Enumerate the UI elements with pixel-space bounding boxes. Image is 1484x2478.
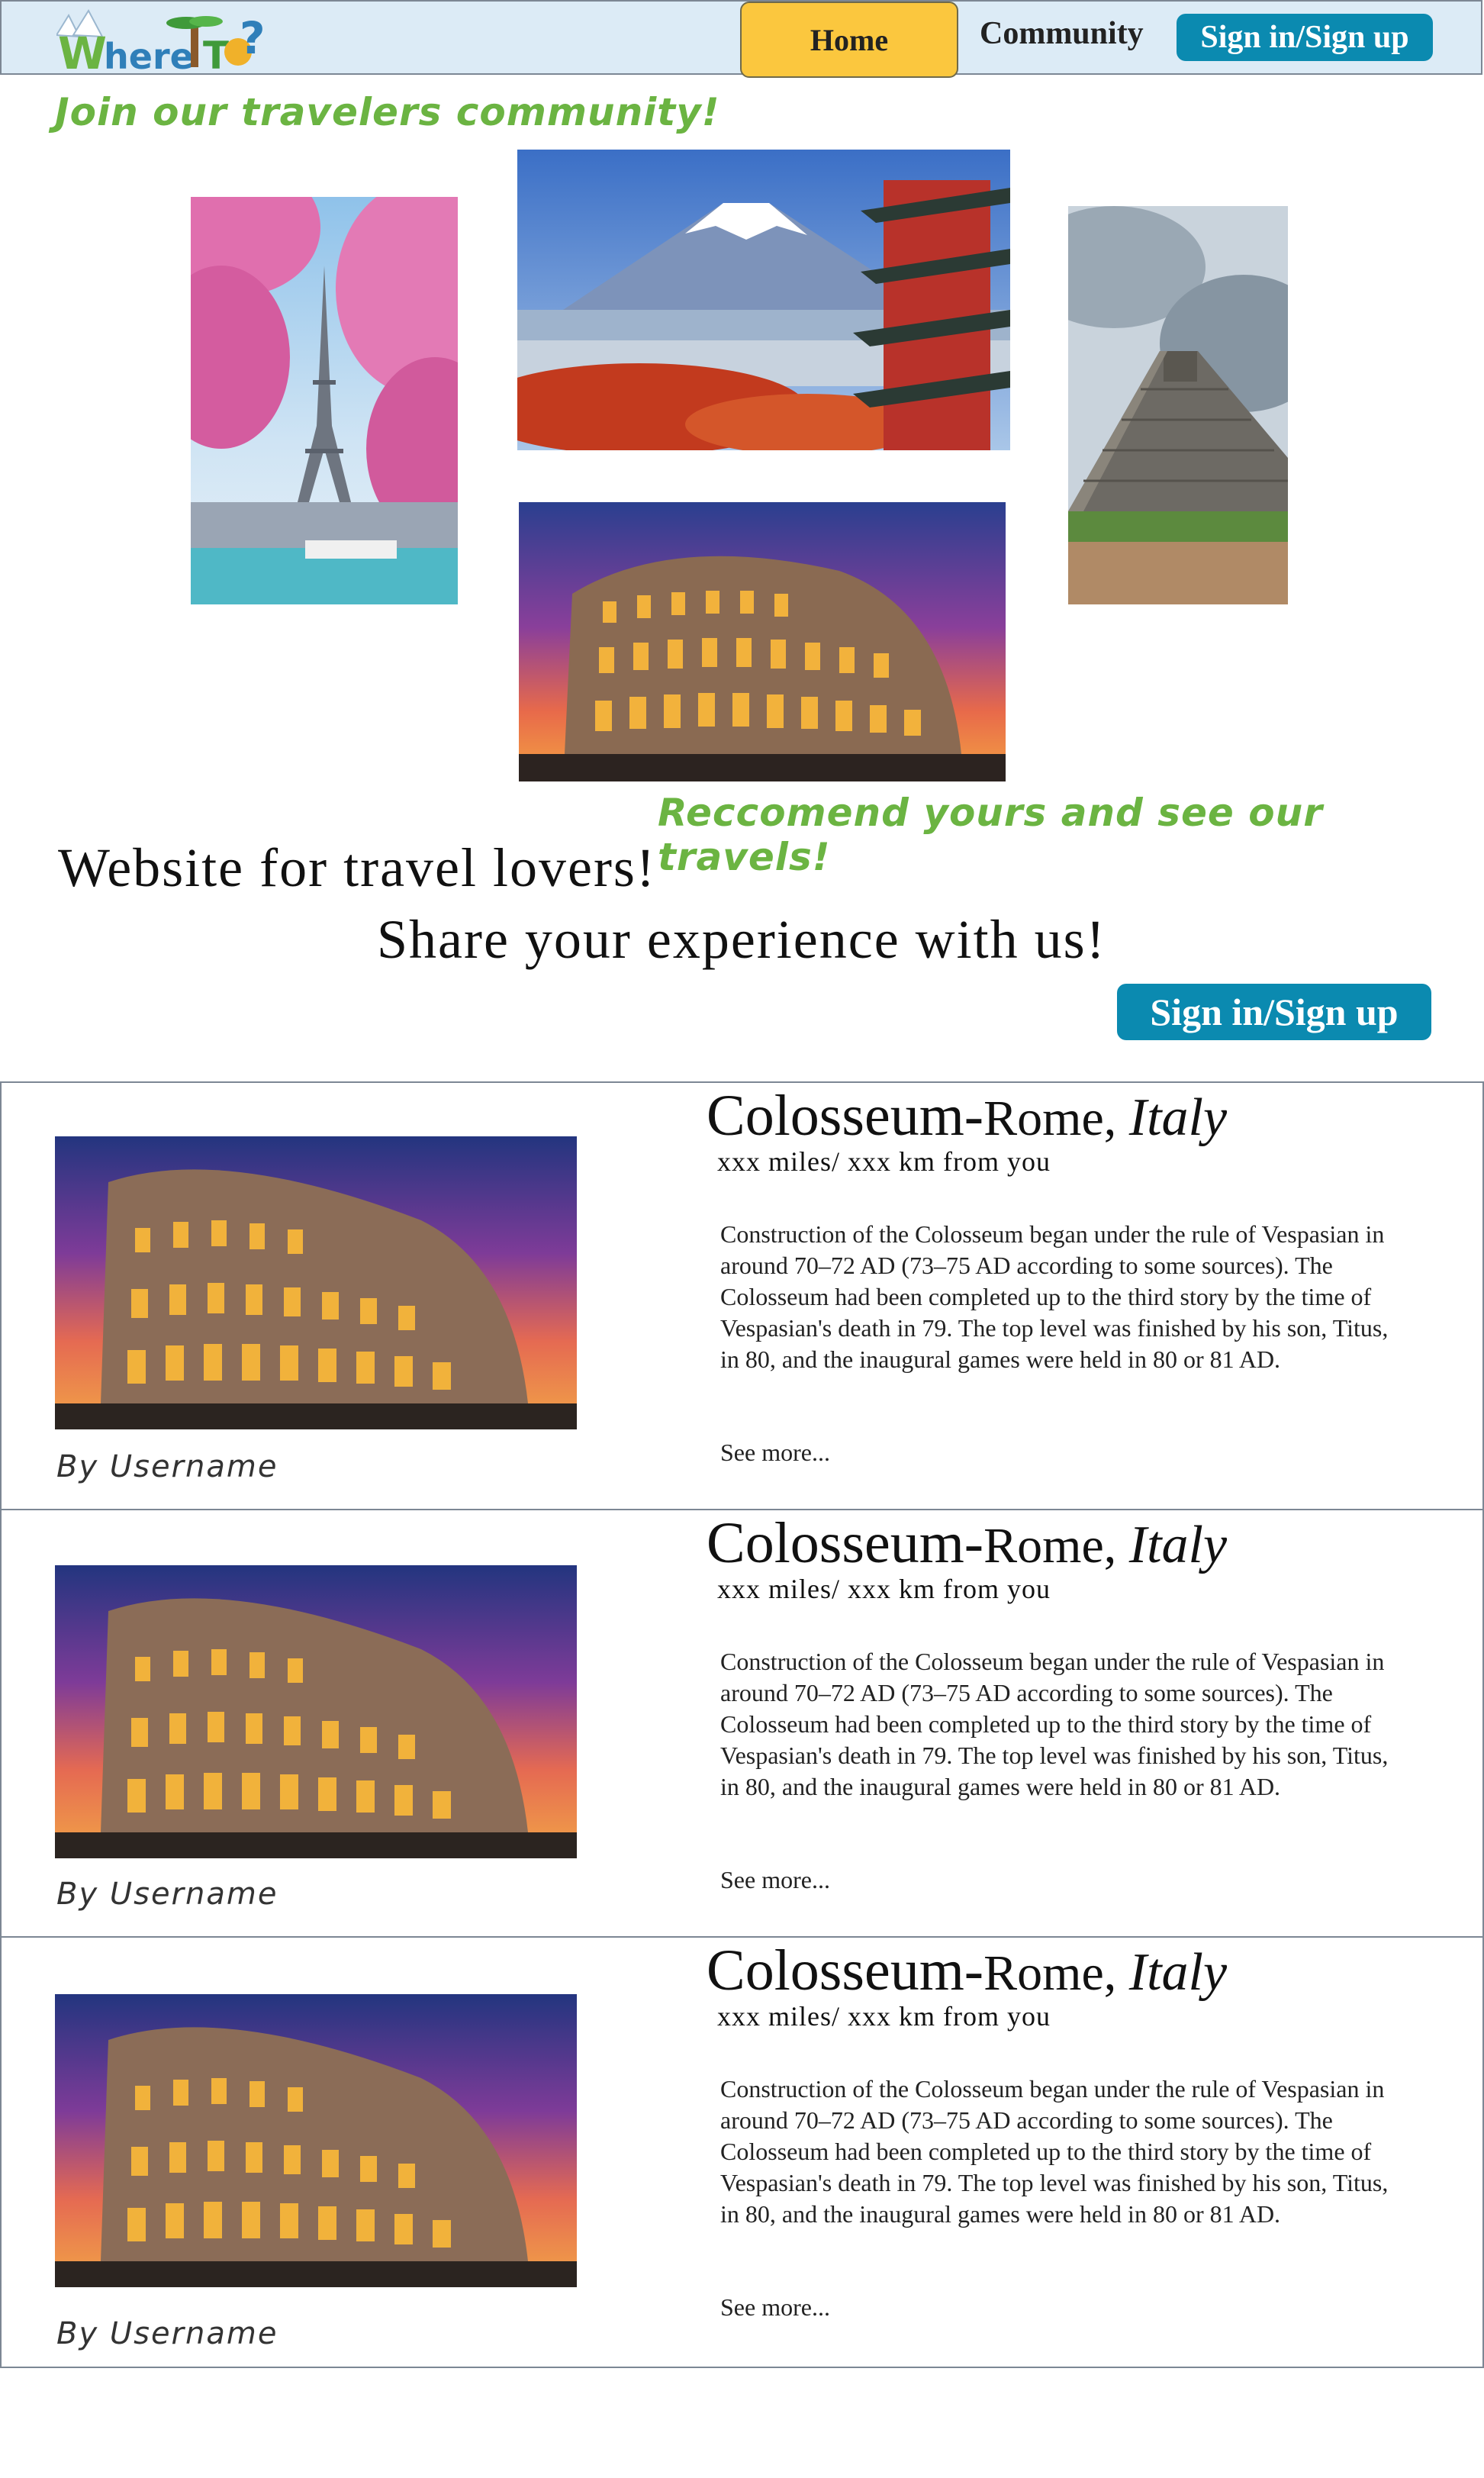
post-colosseum-photo[interactable]: [55, 1136, 577, 1429]
community-link[interactable]: Community: [980, 15, 1144, 52]
see-more-link[interactable]: See more...: [720, 1439, 830, 1467]
post-title-place: Colosseum-: [707, 1084, 984, 1148]
home-button[interactable]: Home: [740, 2, 958, 78]
post-colosseum-photo[interactable]: [55, 1565, 577, 1858]
post-card: By Username Colosseum-Rome, Italy xxx mi…: [0, 1081, 1484, 1510]
post-author[interactable]: By Username: [56, 2316, 278, 2351]
see-more-link[interactable]: See more...: [720, 1866, 830, 1894]
post-title-country: Italy: [1128, 1088, 1228, 1147]
svg-text:?: ?: [240, 12, 262, 64]
hero-subheadline: Share your experience with us!: [377, 909, 1106, 970]
paris-eiffel-photo: [191, 197, 458, 604]
post-title-country: Italy: [1128, 1943, 1228, 2002]
see-more-link[interactable]: See more...: [720, 2293, 830, 2322]
post-description: Construction of the Colosseum began unde…: [720, 1648, 1389, 1800]
post-description: Construction of the Colosseum began unde…: [720, 1220, 1389, 1373]
post-card: By Username Colosseum-Rome, Italy xxx mi…: [0, 1936, 1484, 2368]
post-distance: xxx miles/ xxx km from you: [717, 1146, 1051, 1177]
post-title-place: Colosseum-: [707, 1938, 984, 2003]
post-card: By Username Colosseum-Rome, Italy xxx mi…: [0, 1509, 1484, 1938]
top-navbar: W here T ? Home Community Sign in/Sign u…: [0, 0, 1482, 79]
post-title[interactable]: Colosseum-Rome, Italy: [707, 1083, 1227, 1149]
chichen-itza-pyramid-photo: [1068, 206, 1288, 604]
post-author[interactable]: By Username: [56, 1877, 278, 1912]
post-author[interactable]: By Username: [56, 1449, 278, 1484]
post-title-place: Colosseum-: [707, 1511, 984, 1575]
hero-headline: Website for travel lovers!: [58, 837, 656, 898]
post-title-country: Italy: [1128, 1516, 1228, 1574]
logo-graphic: W here T ?: [55, 8, 266, 79]
post-title-city: Rome,: [983, 1518, 1129, 1574]
post-distance: xxx miles/ xxx km from you: [717, 2001, 1051, 2032]
post-distance: xxx miles/ xxx km from you: [717, 1574, 1051, 1604]
post-title-city: Rome,: [983, 1945, 1129, 2001]
post-title[interactable]: Colosseum-Rome, Italy: [707, 1938, 1227, 2004]
signin-button-hero[interactable]: Sign in/Sign up: [1117, 984, 1431, 1040]
join-community-tagline: Join our travelers community!: [55, 90, 720, 134]
svg-text:here: here: [104, 36, 194, 73]
mount-fuji-pagoda-photo: [517, 150, 1010, 450]
post-description: Construction of the Colosseum began unde…: [720, 2075, 1389, 2228]
whereto-logo[interactable]: W here T ?: [55, 8, 266, 79]
recommend-tagline: Reccomend yours and see our travels!: [658, 791, 1323, 879]
colosseum-hero-photo: [519, 502, 1006, 781]
post-colosseum-photo[interactable]: [55, 1994, 577, 2287]
post-title-city: Rome,: [983, 1091, 1129, 1146]
signin-button-nav[interactable]: Sign in/Sign up: [1177, 14, 1433, 61]
post-title[interactable]: Colosseum-Rome, Italy: [707, 1510, 1227, 1577]
svg-text:W: W: [58, 27, 107, 73]
